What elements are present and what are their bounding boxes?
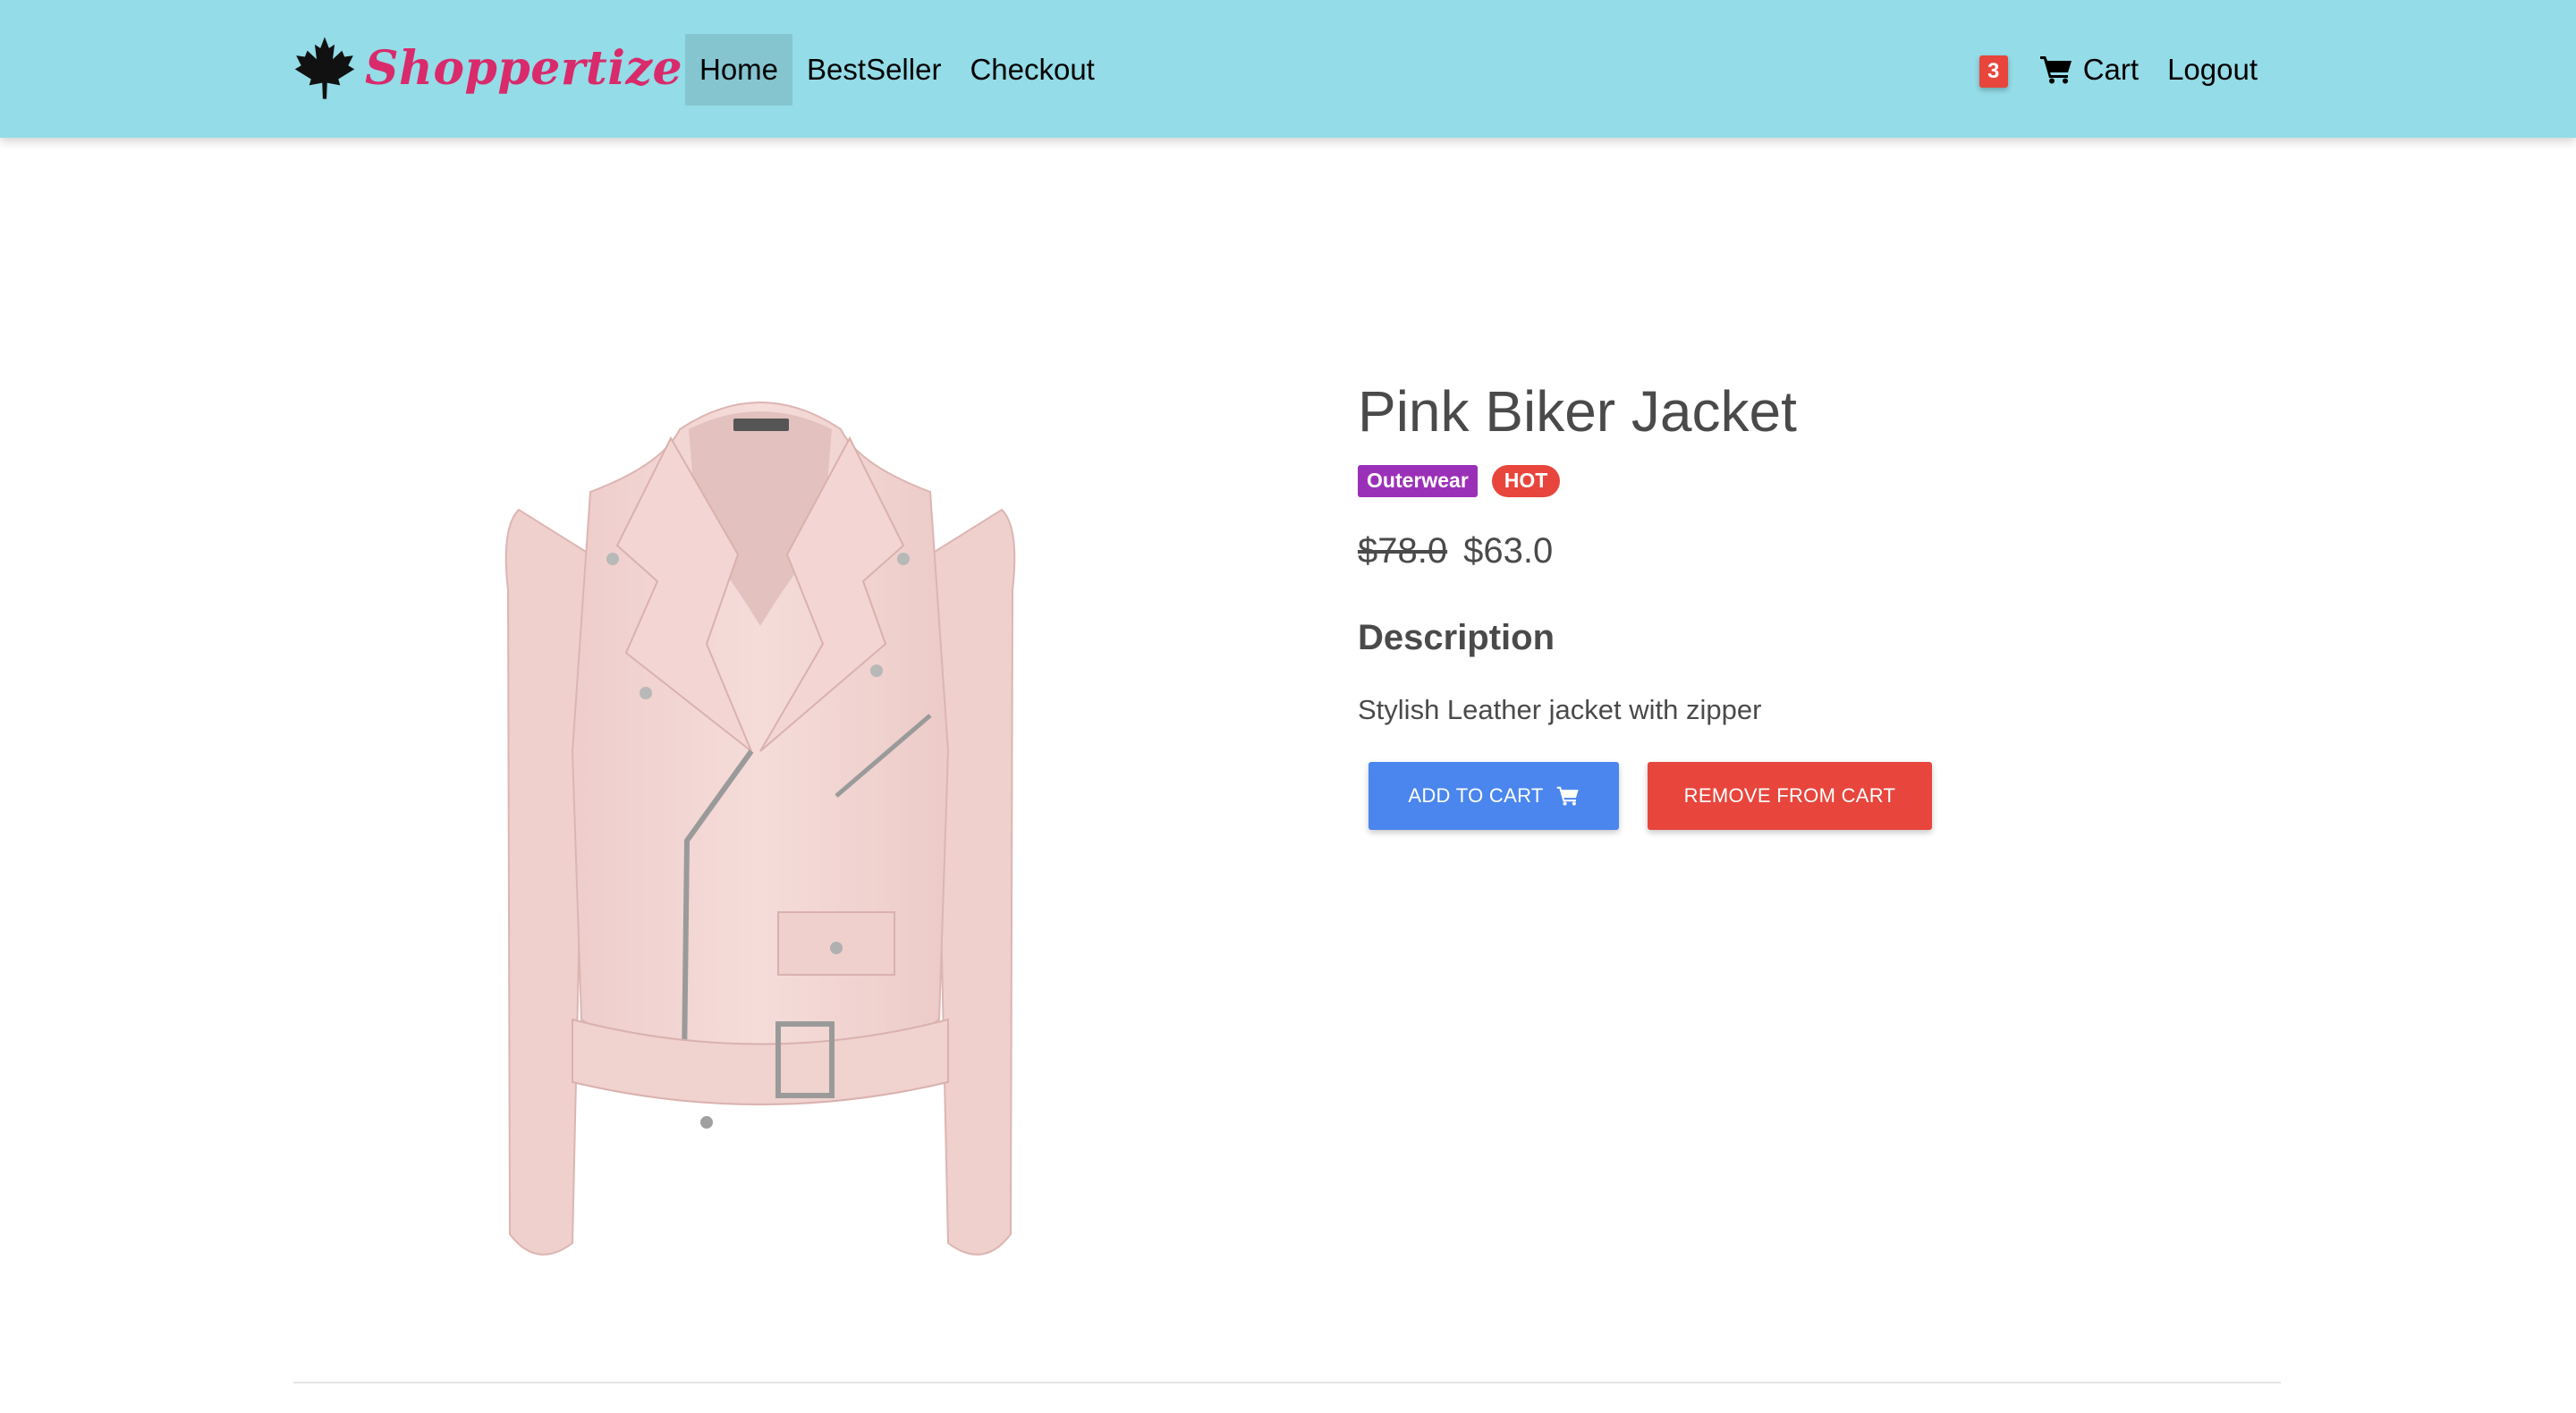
shopping-cart-icon <box>1556 786 1579 806</box>
nav-bestseller-link[interactable]: BestSeller <box>792 34 955 106</box>
brand-name: Shoppertize <box>365 40 683 96</box>
hot-badge: HOT <box>1491 464 1561 497</box>
category-tag: Outerwear <box>1358 464 1478 497</box>
user-nav: 3 Cart Logout <box>1979 34 2272 106</box>
shopping-cart-icon <box>2039 56 2072 84</box>
maple-leaf-icon <box>294 37 355 99</box>
remove-from-cart-button[interactable]: REMOVE FROM CART <box>1648 761 1932 830</box>
sale-price: $63.0 <box>1463 530 1554 571</box>
product-image <box>483 376 1038 1288</box>
cart-count-badge: 3 <box>1979 55 2008 88</box>
nav-home-link[interactable]: Home <box>685 34 793 106</box>
footer-divider <box>293 1382 2281 1383</box>
product-title: Pink Biker Jacket <box>1358 379 1797 444</box>
brand-logo-link[interactable]: Shoppertize <box>293 32 682 104</box>
description-text: Stylish Leather jacket with zipper <box>1358 693 1762 725</box>
primary-nav: Home BestSeller Checkout <box>685 34 1109 106</box>
price-block: $78.0 $63.0 <box>1358 531 2163 571</box>
cart-actions: ADD TO CART REMOVE FROM CART <box>1358 761 2163 830</box>
pink-jacket-image <box>504 402 1016 1256</box>
product-details: Pink Biker Jacket Outerwear HOT $78.0 $6… <box>1358 379 2163 830</box>
description-heading: Description <box>1358 617 1555 657</box>
original-price: $78.0 <box>1358 530 1448 571</box>
remove-from-cart-label: REMOVE FROM CART <box>1683 783 1896 807</box>
cart-label: Cart <box>2082 53 2140 86</box>
add-to-cart-label: ADD TO CART <box>1408 783 1544 807</box>
cart-link[interactable]: Cart <box>2026 34 2153 106</box>
logout-link[interactable]: Logout <box>2153 34 2272 106</box>
top-navbar: Shoppertize Home BestSeller Checkout 3 C… <box>0 0 2576 138</box>
nav-checkout-link[interactable]: Checkout <box>955 34 1108 106</box>
add-to-cart-button[interactable]: ADD TO CART <box>1368 761 1619 830</box>
product-tags: Outerwear HOT <box>1358 464 2163 497</box>
